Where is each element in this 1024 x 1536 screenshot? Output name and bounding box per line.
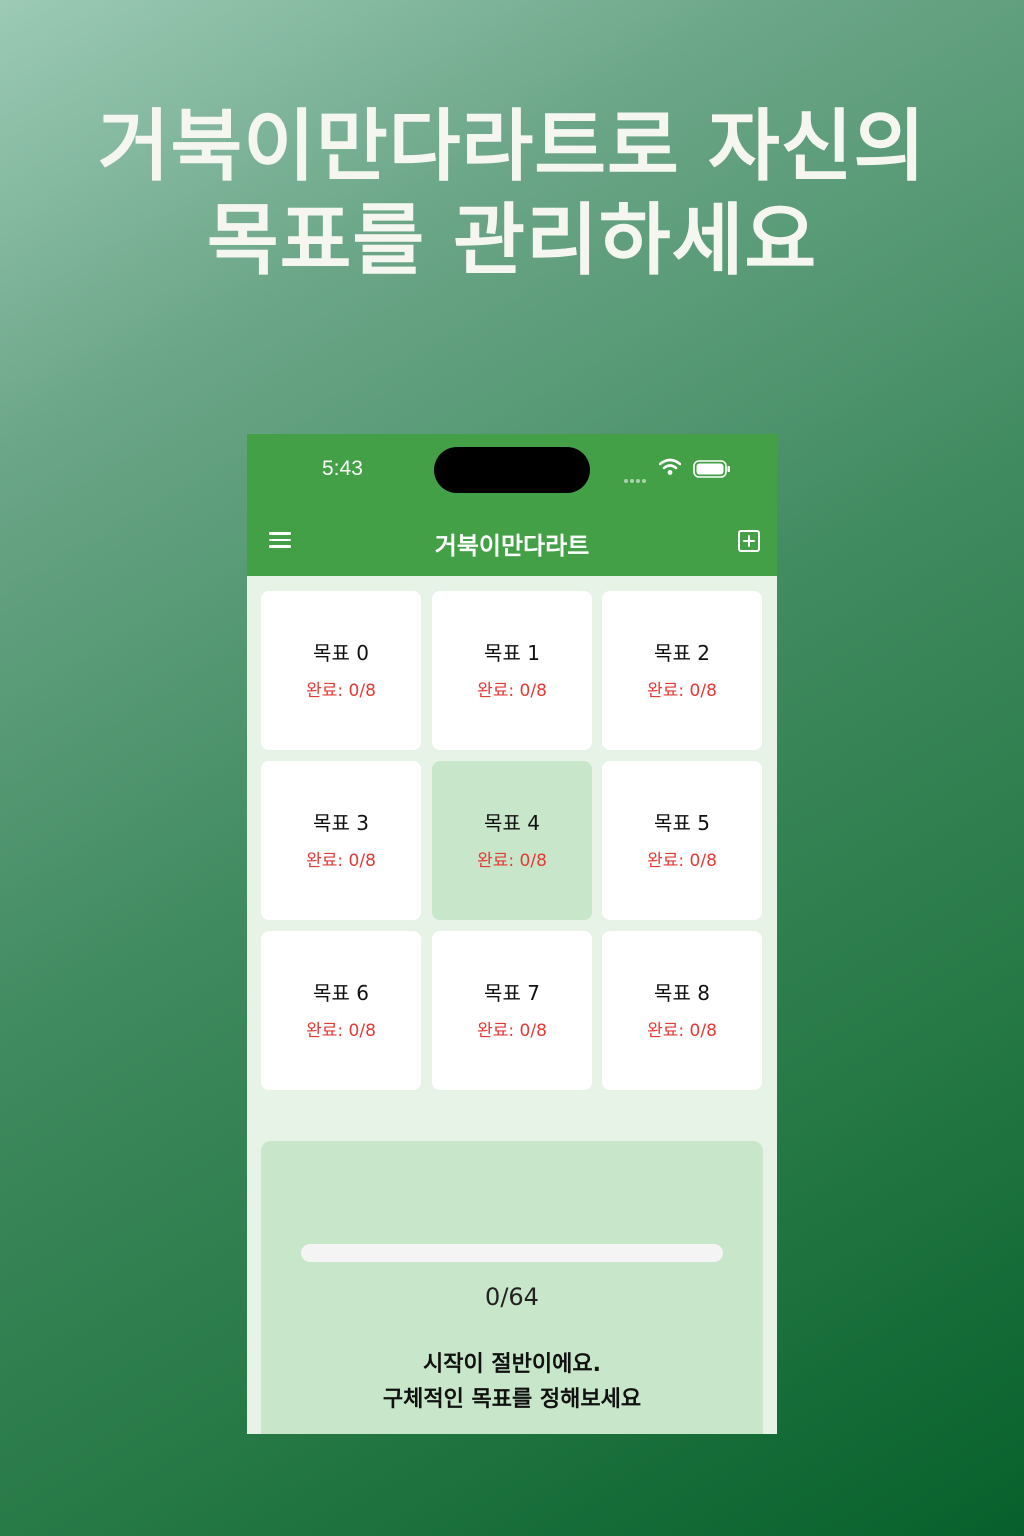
dynamic-island — [434, 447, 590, 493]
add-box-icon[interactable] — [737, 529, 761, 553]
goal-status: 완료: 0/8 — [477, 850, 547, 871]
goal-title: 목표 7 — [484, 980, 540, 1005]
app-bar: 거북이만다라트 — [247, 506, 777, 576]
goal-title: 목표 1 — [484, 640, 540, 665]
goal-cell-4-center[interactable]: 목표 4 완료: 0/8 — [432, 761, 592, 920]
app-title: 거북이만다라트 — [434, 532, 590, 560]
goal-status: 완료: 0/8 — [306, 850, 376, 871]
progress-count: 0/64 — [485, 1283, 539, 1311]
goal-title: 목표 5 — [654, 810, 710, 835]
goal-cell-5[interactable]: 목표 5 완료: 0/8 — [602, 761, 762, 920]
status-bar: 5:43 — [247, 434, 777, 506]
goal-cell-2[interactable]: 목표 2 완료: 0/8 — [602, 591, 762, 750]
goal-cell-1[interactable]: 목표 1 완료: 0/8 — [432, 591, 592, 750]
headline-line-2: 목표를 관리하세요 — [206, 196, 818, 286]
goal-title: 목표 4 — [484, 810, 540, 835]
headline: 거북이만다라트로 자신의 목표를 관리하세요 — [0, 100, 1024, 288]
goal-title: 목표 6 — [313, 980, 369, 1005]
goal-title: 목표 0 — [313, 640, 369, 665]
goal-status: 완료: 0/8 — [647, 1020, 717, 1041]
goal-cell-0[interactable]: 목표 0 완료: 0/8 — [261, 591, 421, 750]
wifi-icon — [659, 458, 681, 475]
goal-status: 완료: 0/8 — [647, 680, 717, 701]
progress-message: 시작이 절반이에요. 구체적인 목표를 정해보세요 — [261, 1347, 763, 1417]
progress-message-line-1: 시작이 절반이에요. — [423, 1352, 601, 1377]
goal-cell-3[interactable]: 목표 3 완료: 0/8 — [261, 761, 421, 920]
progress-message-line-2: 구체적인 목표를 정해보세요 — [382, 1387, 642, 1412]
goal-grid: 목표 0 완료: 0/8 목표 1 완료: 0/8 목표 2 완료: 0/8 목… — [261, 591, 763, 1091]
phone-screen: 5:43 거북이만다라트 목표 0 완료: 0/8 목표 1 완료: 0/8 목… — [247, 434, 777, 1434]
goal-cell-6[interactable]: 목표 6 완료: 0/8 — [261, 931, 421, 1090]
goal-cell-8[interactable]: 목표 8 완료: 0/8 — [602, 931, 762, 1090]
goal-status: 완료: 0/8 — [306, 680, 376, 701]
goal-status: 완료: 0/8 — [477, 1020, 547, 1041]
goal-title: 목표 8 — [654, 980, 710, 1005]
progress-bar — [301, 1244, 723, 1262]
goal-title: 목표 3 — [313, 810, 369, 835]
goal-status: 완료: 0/8 — [306, 1020, 376, 1041]
goal-status: 완료: 0/8 — [647, 850, 717, 871]
cellular-signal-icon — [624, 468, 650, 483]
goal-cell-7[interactable]: 목표 7 완료: 0/8 — [432, 931, 592, 1090]
headline-line-1: 거북이만다라트로 자신의 — [97, 102, 927, 192]
status-time: 5:43 — [322, 457, 363, 480]
progress-card: 0/64 시작이 절반이에요. 구체적인 목표를 정해보세요 — [261, 1141, 763, 1434]
goal-title: 목표 2 — [654, 640, 710, 665]
goal-status: 완료: 0/8 — [477, 680, 547, 701]
battery-icon — [693, 460, 730, 478]
